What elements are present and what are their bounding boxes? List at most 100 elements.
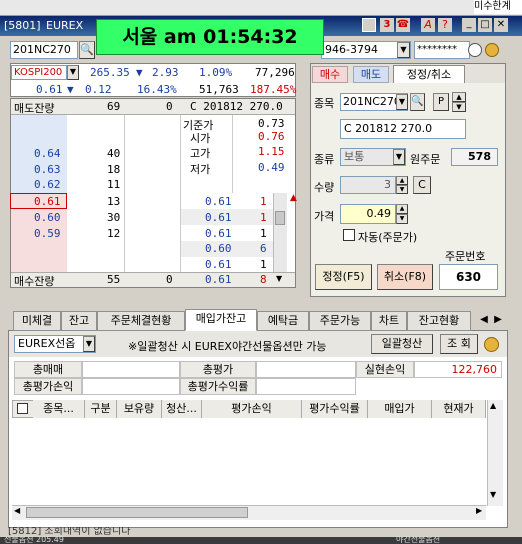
price-label: 가격 bbox=[314, 210, 335, 223]
price-input[interactable]: 0.49 bbox=[340, 204, 396, 224]
cancel-button[interactable]: 취소(F8) bbox=[377, 264, 433, 290]
bid-price[interactable]: 0.61 bbox=[34, 195, 61, 208]
col-type[interactable]: 구분 bbox=[85, 400, 117, 418]
buy-remain-label: 매수잔량 bbox=[14, 275, 55, 288]
orig-order-label: 원주문 bbox=[410, 153, 441, 166]
minimize-icon[interactable]: _ bbox=[462, 18, 476, 32]
scroll-thumb[interactable] bbox=[275, 211, 285, 225]
spin-down-icon[interactable]: ▼ bbox=[396, 214, 408, 224]
ask-qty: 11 bbox=[107, 178, 121, 191]
tick-qty: 1 bbox=[260, 258, 267, 271]
tick-scrollbar[interactable] bbox=[273, 193, 287, 281]
bulk-liquidate-button[interactable]: 일괄청산 bbox=[371, 334, 433, 354]
ask-price[interactable]: 0.64 bbox=[34, 147, 61, 160]
eurex-window: 미수한계 [5801] EUREX 3 ☎ A ? _ □ ✕ 서울 am 01… bbox=[0, 0, 522, 544]
bid-price[interactable]: 0.60 bbox=[34, 211, 61, 224]
scroll-down-icon[interactable]: ▼ bbox=[490, 490, 496, 499]
qty-input[interactable]: 3 bbox=[340, 176, 396, 194]
tab-balance-status[interactable]: 잔고현황 bbox=[407, 311, 471, 331]
tab-unfilled[interactable]: 미체결 bbox=[13, 311, 61, 331]
col-symbol[interactable]: 종목... bbox=[33, 400, 85, 418]
total-eval-value bbox=[256, 361, 356, 378]
contract-field: C 201812 270.0 bbox=[340, 119, 466, 139]
scroll-left-icon[interactable]: ◀ bbox=[14, 506, 20, 515]
phone-icon[interactable]: ☎ bbox=[396, 18, 410, 32]
search-icon[interactable]: 🔍 bbox=[79, 41, 95, 59]
spin-up-icon[interactable]: ▲ bbox=[396, 176, 408, 185]
tab-buy[interactable]: 매수 bbox=[312, 66, 348, 83]
scroll-up-icon[interactable]: ▲ bbox=[490, 401, 496, 410]
order-no-label: 주문번호 bbox=[445, 250, 486, 263]
ask-price[interactable]: 0.62 bbox=[34, 178, 61, 191]
total-trade-value bbox=[82, 361, 180, 378]
tab-modify-cancel[interactable]: 정정/취소 bbox=[393, 65, 465, 83]
code-label: 종목 bbox=[314, 97, 335, 110]
info-value-base: 0.73 bbox=[258, 117, 285, 130]
up-marker-icon: ▲ bbox=[290, 193, 297, 203]
hscroll-thumb[interactable] bbox=[26, 507, 248, 518]
spin-down-icon[interactable]: ▼ bbox=[396, 185, 408, 194]
bid-qty: 13 bbox=[107, 195, 121, 208]
ask-price[interactable]: 0.63 bbox=[34, 163, 61, 176]
tick-qty: 1 bbox=[260, 227, 267, 240]
spin-up-icon[interactable]: ▲ bbox=[452, 92, 466, 102]
copy-icon[interactable] bbox=[362, 18, 376, 32]
tick-price: 0.61 bbox=[205, 211, 232, 224]
font-icon[interactable]: A bbox=[421, 18, 435, 32]
col-buy-price[interactable]: 매입가 bbox=[368, 400, 432, 418]
tab-balance[interactable]: 잔고 bbox=[61, 311, 97, 331]
query-button[interactable]: 조 회 bbox=[440, 334, 478, 354]
pl-icon[interactable]: P bbox=[433, 93, 449, 111]
title-code: [5801] bbox=[4, 19, 41, 32]
select-all-checkbox[interactable] bbox=[17, 403, 28, 414]
col-eval-pl[interactable]: 평가손익 bbox=[202, 400, 302, 418]
modify-button[interactable]: 정정(F5) bbox=[315, 264, 372, 290]
tab-sell[interactable]: 매도 bbox=[353, 66, 389, 83]
close-icon[interactable]: ✕ bbox=[494, 18, 508, 32]
col-eval-rate[interactable]: 평가수익률 bbox=[302, 400, 368, 418]
chevron-down-icon[interactable]: ▼ bbox=[83, 336, 95, 352]
col-liquidation[interactable]: 청산... bbox=[162, 400, 202, 418]
help-icon[interactable]: ? bbox=[438, 18, 452, 32]
down-arrow-icon: ▼ bbox=[136, 66, 143, 79]
bid-price[interactable]: 0.59 bbox=[34, 227, 61, 240]
search-icon[interactable]: 🔍 bbox=[410, 93, 425, 111]
gear-icon[interactable] bbox=[484, 337, 499, 352]
three-icon[interactable]: 3 bbox=[380, 18, 394, 32]
scroll-right-icon[interactable]: ▶ bbox=[476, 506, 482, 515]
spin-up-icon[interactable]: ▲ bbox=[396, 204, 408, 214]
clear-qty-button[interactable]: C bbox=[413, 176, 431, 194]
total-eval-pl-label: 총평가손익 bbox=[14, 378, 82, 395]
chevron-down-icon[interactable]: ▼ bbox=[393, 149, 405, 165]
col-current-price[interactable]: 현재가 bbox=[432, 400, 485, 418]
chevron-down-icon[interactable]: ▼ bbox=[396, 94, 408, 110]
scroll-down-icon[interactable]: ▼ bbox=[276, 274, 282, 283]
chevron-down-icon[interactable]: ▼ bbox=[397, 42, 410, 58]
index-price: 265.35 bbox=[90, 66, 130, 79]
code-input[interactable]: 201NC270 bbox=[10, 41, 78, 59]
chevron-down-icon[interactable]: ▼ bbox=[67, 65, 79, 80]
contract-label: C 201812 270.0 bbox=[190, 100, 283, 113]
spin-down-icon[interactable]: ▼ bbox=[452, 102, 466, 112]
total-eval-rate-value bbox=[256, 378, 356, 395]
current-change: 0.12 bbox=[85, 83, 112, 96]
index-select[interactable]: KOSPI200 bbox=[11, 65, 67, 80]
gear-icon[interactable] bbox=[485, 43, 499, 57]
auto-price-checkbox[interactable] bbox=[343, 229, 355, 241]
col-holding[interactable]: 보유량 bbox=[117, 400, 162, 418]
buy-zero: 0 bbox=[166, 273, 173, 286]
tab-next-icon[interactable]: ▶ bbox=[490, 311, 506, 329]
tab-purchase-balance[interactable]: 매입가잔고 bbox=[185, 309, 257, 331]
sell-zero: 0 bbox=[166, 100, 173, 113]
tab-order-fill[interactable]: 주문체결현황 bbox=[97, 311, 185, 331]
eraser-icon[interactable] bbox=[468, 43, 482, 57]
realized-pl-label: 실현손익 bbox=[356, 361, 414, 378]
ask-qty: 18 bbox=[107, 163, 121, 176]
tab-order-available[interactable]: 주문가능 bbox=[309, 311, 371, 331]
tab-deposit[interactable]: 예탁금 bbox=[257, 311, 309, 331]
sell-remain-label: 매도잔량 bbox=[14, 102, 55, 115]
maximize-icon[interactable]: □ bbox=[478, 18, 492, 32]
order-no-value: 630 bbox=[439, 264, 498, 290]
password-field[interactable]: ******** bbox=[414, 41, 470, 59]
tab-chart[interactable]: 차트 bbox=[371, 311, 407, 331]
